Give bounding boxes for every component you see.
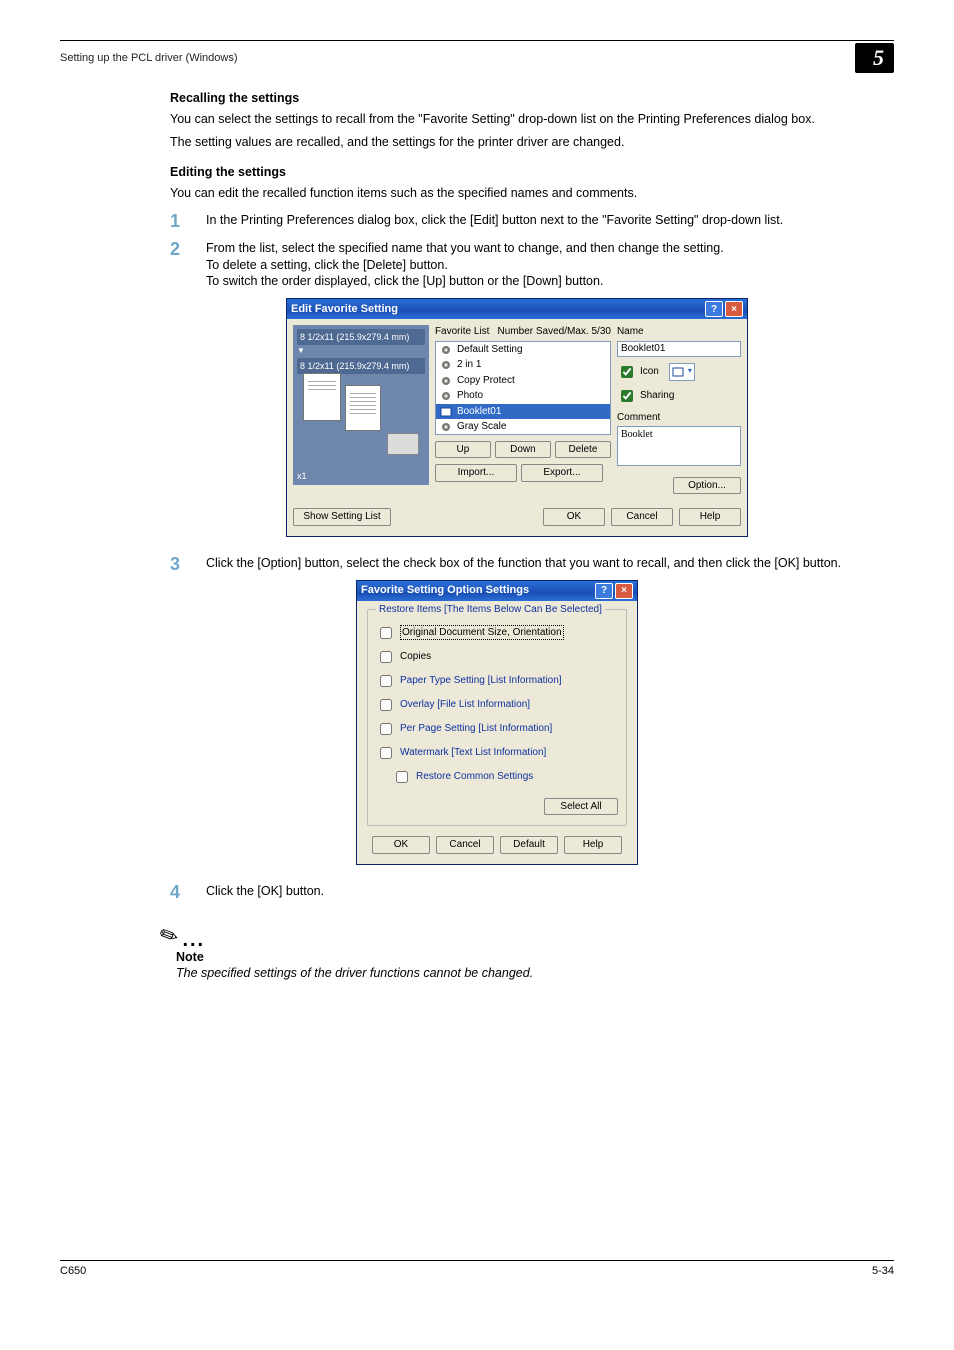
help-button[interactable]: Help: [564, 836, 622, 854]
restore-item-checkbox[interactable]: [380, 627, 392, 639]
footer-page: 5-34: [872, 1265, 894, 1277]
select-all-button[interactable]: Select All: [544, 798, 618, 816]
gear-icon: [439, 390, 453, 402]
ok-button[interactable]: OK: [543, 508, 605, 526]
dialog-edit-favorite-setting: Edit Favorite Setting ? × 8 1/2x11 (215.…: [286, 298, 748, 537]
gear-icon: [439, 375, 453, 387]
para-recalling-2: The setting values are recalled, and the…: [170, 134, 894, 151]
printer-icon: [387, 433, 419, 455]
gear-icon: [439, 359, 453, 371]
restore-item-label: Watermark [Text List Information]: [400, 746, 546, 760]
dialog-favorite-setting-option: Favorite Setting Option Settings ? × Res…: [356, 580, 638, 865]
cancel-button[interactable]: Cancel: [436, 836, 494, 854]
window-close-button[interactable]: ×: [725, 301, 743, 317]
show-setting-list-button[interactable]: Show Setting List: [293, 508, 391, 526]
comment-textarea[interactable]: [617, 426, 741, 466]
ok-button[interactable]: OK: [372, 836, 430, 854]
booklet-icon: [439, 406, 453, 418]
comment-label: Comment: [617, 411, 741, 425]
restore-item-label: Per Page Setting [List Information]: [400, 722, 552, 736]
step-2-text-a: From the list, select the specified name…: [206, 241, 724, 255]
list-item: Copy Protect: [436, 373, 610, 389]
chapter-badge: 5: [855, 43, 894, 73]
sharing-label: Sharing: [640, 389, 674, 403]
list-item: 2 in 1: [436, 357, 610, 373]
gear-icon: [439, 421, 453, 433]
para-recalling-1: You can select the settings to recall fr…: [170, 111, 894, 128]
restore-items-legend: Restore Items [The Items Below Can Be Se…: [376, 603, 605, 617]
list-item: Photo: [436, 388, 610, 404]
restore-item-checkbox[interactable]: [396, 771, 408, 783]
cancel-button[interactable]: Cancel: [611, 508, 673, 526]
favorite-list-label: Favorite List: [435, 325, 489, 339]
help-button[interactable]: Help: [679, 508, 741, 526]
preview-page-right: [345, 385, 381, 431]
window-help-button[interactable]: ?: [705, 301, 723, 317]
step-number-1: 1: [170, 212, 206, 230]
preview-size-2: 8 1/2x11 (215.9x279.4 mm): [297, 358, 425, 374]
restore-item-label: Original Document Size, Orientation: [400, 625, 564, 641]
restore-item-checkbox[interactable]: [380, 723, 392, 735]
step-1-text: In the Printing Preferences dialog box, …: [206, 212, 894, 230]
list-item: Default Setting: [436, 342, 610, 358]
restore-item-label: Restore Common Settings: [416, 770, 533, 784]
ellipsis-icon: ...: [182, 929, 205, 951]
header-section: Setting up the PCL driver (Windows): [60, 52, 238, 64]
step-2-text-c: To switch the order displayed, click the…: [206, 274, 603, 288]
sharing-checkbox[interactable]: [621, 390, 633, 402]
note-text: The specified settings of the driver fun…: [176, 966, 894, 980]
arrow-down-icon: ▼: [297, 346, 425, 357]
step-4-text: Click the [OK] button.: [206, 883, 894, 901]
restore-item-label: Copies: [400, 650, 431, 664]
restore-item-label: Overlay [File List Information]: [400, 698, 530, 712]
step-number-3: 3: [170, 555, 206, 873]
step-number-4: 4: [170, 883, 206, 901]
step-3-text: Click the [Option] button, select the ch…: [206, 556, 841, 570]
import-button[interactable]: Import...: [435, 464, 517, 482]
restore-item-checkbox[interactable]: [380, 699, 392, 711]
chevron-down-icon: ▾: [688, 366, 692, 377]
icon-picker[interactable]: ▾: [669, 363, 695, 381]
list-item: Gray Scale: [436, 419, 610, 435]
preview-pane: 8 1/2x11 (215.9x279.4 mm) ▼ 8 1/2x11 (21…: [293, 325, 429, 485]
heading-recalling: Recalling the settings: [170, 91, 894, 105]
favorite-list-count: Number Saved/Max. 5/30: [498, 325, 611, 339]
gear-icon: [439, 344, 453, 356]
note-icon: ✎: [155, 920, 183, 951]
note-label: Note: [176, 950, 894, 964]
window-help-button[interactable]: ?: [595, 583, 613, 599]
icon-checkbox[interactable]: [621, 366, 633, 378]
name-input[interactable]: [617, 341, 741, 357]
preview-multiplier: x1: [297, 470, 307, 482]
dialog-title-fsos: Favorite Setting Option Settings: [361, 583, 529, 598]
list-item-selected: Booklet01: [436, 404, 610, 420]
preview-size-1: 8 1/2x11 (215.9x279.4 mm): [297, 329, 425, 345]
favorite-listbox[interactable]: Default Setting 2 in 1 Copy Protect Phot…: [435, 341, 611, 435]
step-2-text-b: To delete a setting, click the [Delete] …: [206, 258, 448, 272]
step-number-2: 2: [170, 240, 206, 545]
restore-item-checkbox[interactable]: [380, 747, 392, 759]
restore-item-checkbox[interactable]: [380, 651, 392, 663]
para-editing-intro: You can edit the recalled function items…: [170, 185, 894, 202]
down-button[interactable]: Down: [495, 441, 551, 459]
preview-page-left: [303, 373, 341, 421]
name-label: Name: [617, 325, 741, 339]
icon-label: Icon: [640, 365, 659, 379]
up-button[interactable]: Up: [435, 441, 491, 459]
default-button[interactable]: Default: [500, 836, 558, 854]
delete-button[interactable]: Delete: [555, 441, 611, 459]
dialog-title: Edit Favorite Setting: [291, 302, 398, 317]
option-button[interactable]: Option...: [673, 477, 741, 495]
footer-model: C650: [60, 1265, 86, 1277]
heading-editing: Editing the settings: [170, 165, 894, 179]
window-close-button[interactable]: ×: [615, 583, 633, 599]
export-button[interactable]: Export...: [521, 464, 603, 482]
restore-item-checkbox[interactable]: [380, 675, 392, 687]
restore-item-label: Paper Type Setting [List Information]: [400, 674, 562, 688]
